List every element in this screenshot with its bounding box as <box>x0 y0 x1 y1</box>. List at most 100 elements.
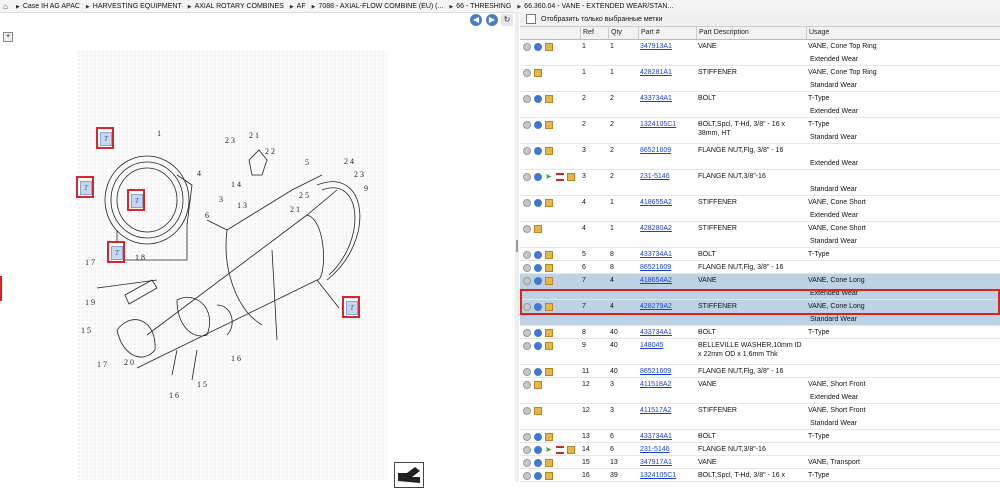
previous-arrow-icon[interactable]: ◀ <box>470 14 482 26</box>
table-row[interactable]: 13 6 433734A1 BOLT T-Type <box>520 430 1000 443</box>
refresh-icon[interactable] <box>534 342 542 350</box>
select-circle-icon[interactable] <box>523 381 531 389</box>
table-row[interactable]: 15 13 347917A1 VANE VANE, Transport <box>520 456 1000 469</box>
breadcrumb-item[interactable]: Case IH AG APAC <box>16 3 80 10</box>
table-row[interactable]: ➤ 3 2 231-5146 FLANGE NUT,3/8"-16 Standard We… <box>520 170 1000 196</box>
table-row[interactable]: 6 8 86521609 FLANGE NUT,Flg, 3/8" - 16 <box>520 261 1000 274</box>
package-icon[interactable] <box>545 147 553 155</box>
row-part-number[interactable]: 1324105C1 <box>638 469 696 481</box>
refresh-icon[interactable] <box>534 264 542 272</box>
callout-hotspot[interactable]: T <box>127 189 145 211</box>
package-icon[interactable] <box>545 43 553 51</box>
refresh-icon[interactable] <box>534 329 542 337</box>
select-circle-icon[interactable] <box>523 407 531 415</box>
package-icon[interactable] <box>534 69 542 77</box>
select-circle-icon[interactable] <box>523 69 531 77</box>
row-part-number[interactable]: 86521609 <box>638 261 696 273</box>
show-selected-checkbox[interactable] <box>526 14 536 24</box>
red-flag-icon[interactable] <box>556 173 564 181</box>
refresh-icon[interactable] <box>534 199 542 207</box>
refresh-icon[interactable] <box>534 433 542 441</box>
table-row[interactable]: 2 2 1324105C1 BOLT,Spcl, T-Hd, 3/8" - 16 x … <box>520 118 1000 144</box>
select-circle-icon[interactable] <box>523 147 531 155</box>
row-part-number[interactable]: 231-5146 <box>638 170 696 195</box>
column-ref[interactable]: Ref <box>580 27 608 39</box>
column-usage[interactable]: Usage <box>806 27 1000 39</box>
select-circle-icon[interactable] <box>523 121 531 129</box>
hotspot-toggle[interactable]: + <box>3 32 13 42</box>
package-icon[interactable] <box>545 329 553 337</box>
table-row[interactable]: 11 40 86521609 FLANGE NUT,Flg, 3/8" - 16 <box>520 365 1000 378</box>
select-circle-icon[interactable] <box>523 433 531 441</box>
row-part-number[interactable]: 433734A1 <box>638 92 696 117</box>
package-icon[interactable] <box>567 173 575 181</box>
table-row[interactable]: 8 40 433734A1 BOLT T-Type <box>520 326 1000 339</box>
table-row[interactable]: ➤ 14 6 231-5146 FLANGE NUT,3/8"-16 <box>520 443 1000 456</box>
package-icon[interactable] <box>545 342 553 350</box>
table-row[interactable]: 9 40 148045 BELLEVILLE WASHER,10mm ID x 22m… <box>520 339 1000 365</box>
row-part-number[interactable]: 347913A1 <box>638 40 696 65</box>
refresh-icon[interactable] <box>534 277 542 285</box>
row-part-number[interactable]: 433734A1 <box>638 248 696 260</box>
table-row[interactable]: 1 1 347913A1 VANE VANE, Cone Top Ring Extende… <box>520 40 1000 66</box>
select-circle-icon[interactable] <box>523 368 531 376</box>
splitter-grip-icon[interactable] <box>516 240 518 252</box>
row-part-number[interactable]: 433734A1 <box>638 430 696 442</box>
package-icon[interactable] <box>545 368 553 376</box>
row-part-number[interactable]: 433734A1 <box>638 326 696 338</box>
package-icon[interactable] <box>545 199 553 207</box>
row-part-number[interactable]: 347917A1 <box>638 456 696 468</box>
home-icon[interactable]: ⌂ <box>3 2 13 11</box>
row-part-number[interactable]: 428281A1 <box>638 66 696 91</box>
green-arrow-icon[interactable]: ➤ <box>545 173 553 181</box>
row-part-number[interactable]: 1324105C1 <box>638 118 696 143</box>
select-circle-icon[interactable] <box>523 173 531 181</box>
package-icon[interactable] <box>545 472 553 480</box>
refresh-icon[interactable] <box>534 95 542 103</box>
package-icon[interactable] <box>545 121 553 129</box>
package-icon[interactable] <box>545 459 553 467</box>
table-row[interactable]: 12 3 411518A2 VANE VANE, Short Front Extended… <box>520 378 1000 404</box>
table-row[interactable]: 3 2 86521609 FLANGE NUT,Flg, 3/8" - 16 Exten… <box>520 144 1000 170</box>
refresh-icon[interactable] <box>534 43 542 51</box>
refresh-icon[interactable] <box>534 446 542 454</box>
package-icon[interactable] <box>534 225 542 233</box>
breadcrumb-item[interactable]: 66 - THRESHING <box>449 3 511 10</box>
row-part-number[interactable]: 428280A2 <box>638 222 696 247</box>
table-row[interactable]: 4 1 428280A2 STIFFENER VANE, Cone Short Stand… <box>520 222 1000 248</box>
table-row[interactable]: 16 39 1324105C1 BOLT,Spcl, T-Hd, 3/8" - 16 … <box>520 469 1000 482</box>
table-row[interactable]: 1 1 428281A1 STIFFENER VANE, Cone Top Ring St… <box>520 66 1000 92</box>
refresh-icon[interactable] <box>534 147 542 155</box>
row-part-number[interactable]: 418655A2 <box>638 196 696 221</box>
callout-hotspot[interactable]: T <box>96 127 114 149</box>
select-circle-icon[interactable] <box>523 459 531 467</box>
package-icon[interactable] <box>534 381 542 389</box>
breadcrumb-item[interactable]: AF <box>290 3 306 10</box>
next-arrow-icon[interactable]: ▶ <box>486 14 498 26</box>
table-row[interactable]: 4 1 418655A2 STIFFENER VANE, Cone Short Exten… <box>520 196 1000 222</box>
row-part-number[interactable]: 86521609 <box>638 365 696 377</box>
package-icon[interactable] <box>545 277 553 285</box>
package-icon[interactable] <box>545 251 553 259</box>
package-icon[interactable] <box>534 407 542 415</box>
select-circle-icon[interactable] <box>523 446 531 454</box>
select-circle-icon[interactable] <box>523 225 531 233</box>
select-circle-icon[interactable] <box>523 329 531 337</box>
refresh-icon[interactable] <box>534 459 542 467</box>
green-arrow-icon[interactable]: ➤ <box>545 446 553 454</box>
column-part[interactable]: Part # <box>638 27 696 39</box>
red-flag-icon[interactable] <box>556 446 564 454</box>
select-circle-icon[interactable] <box>523 472 531 480</box>
table-row[interactable]: 5 8 433734A1 BOLT T-Type <box>520 248 1000 261</box>
refresh-icon[interactable] <box>534 173 542 181</box>
package-icon[interactable] <box>545 264 553 272</box>
callout-hotspot[interactable]: T <box>76 176 94 198</box>
select-circle-icon[interactable] <box>523 251 531 259</box>
refresh-icon[interactable] <box>534 368 542 376</box>
row-part-number[interactable]: 411517A2 <box>638 404 696 429</box>
refresh-icon[interactable] <box>534 121 542 129</box>
select-circle-icon[interactable] <box>523 342 531 350</box>
table-row[interactable]: 12 3 411517A2 STIFFENER VANE, Short Front Sta… <box>520 404 1000 430</box>
breadcrumb-item[interactable]: 7088 - AXIAL-FLOW COMBINE (EU) (... <box>312 3 443 10</box>
select-circle-icon[interactable] <box>523 95 531 103</box>
